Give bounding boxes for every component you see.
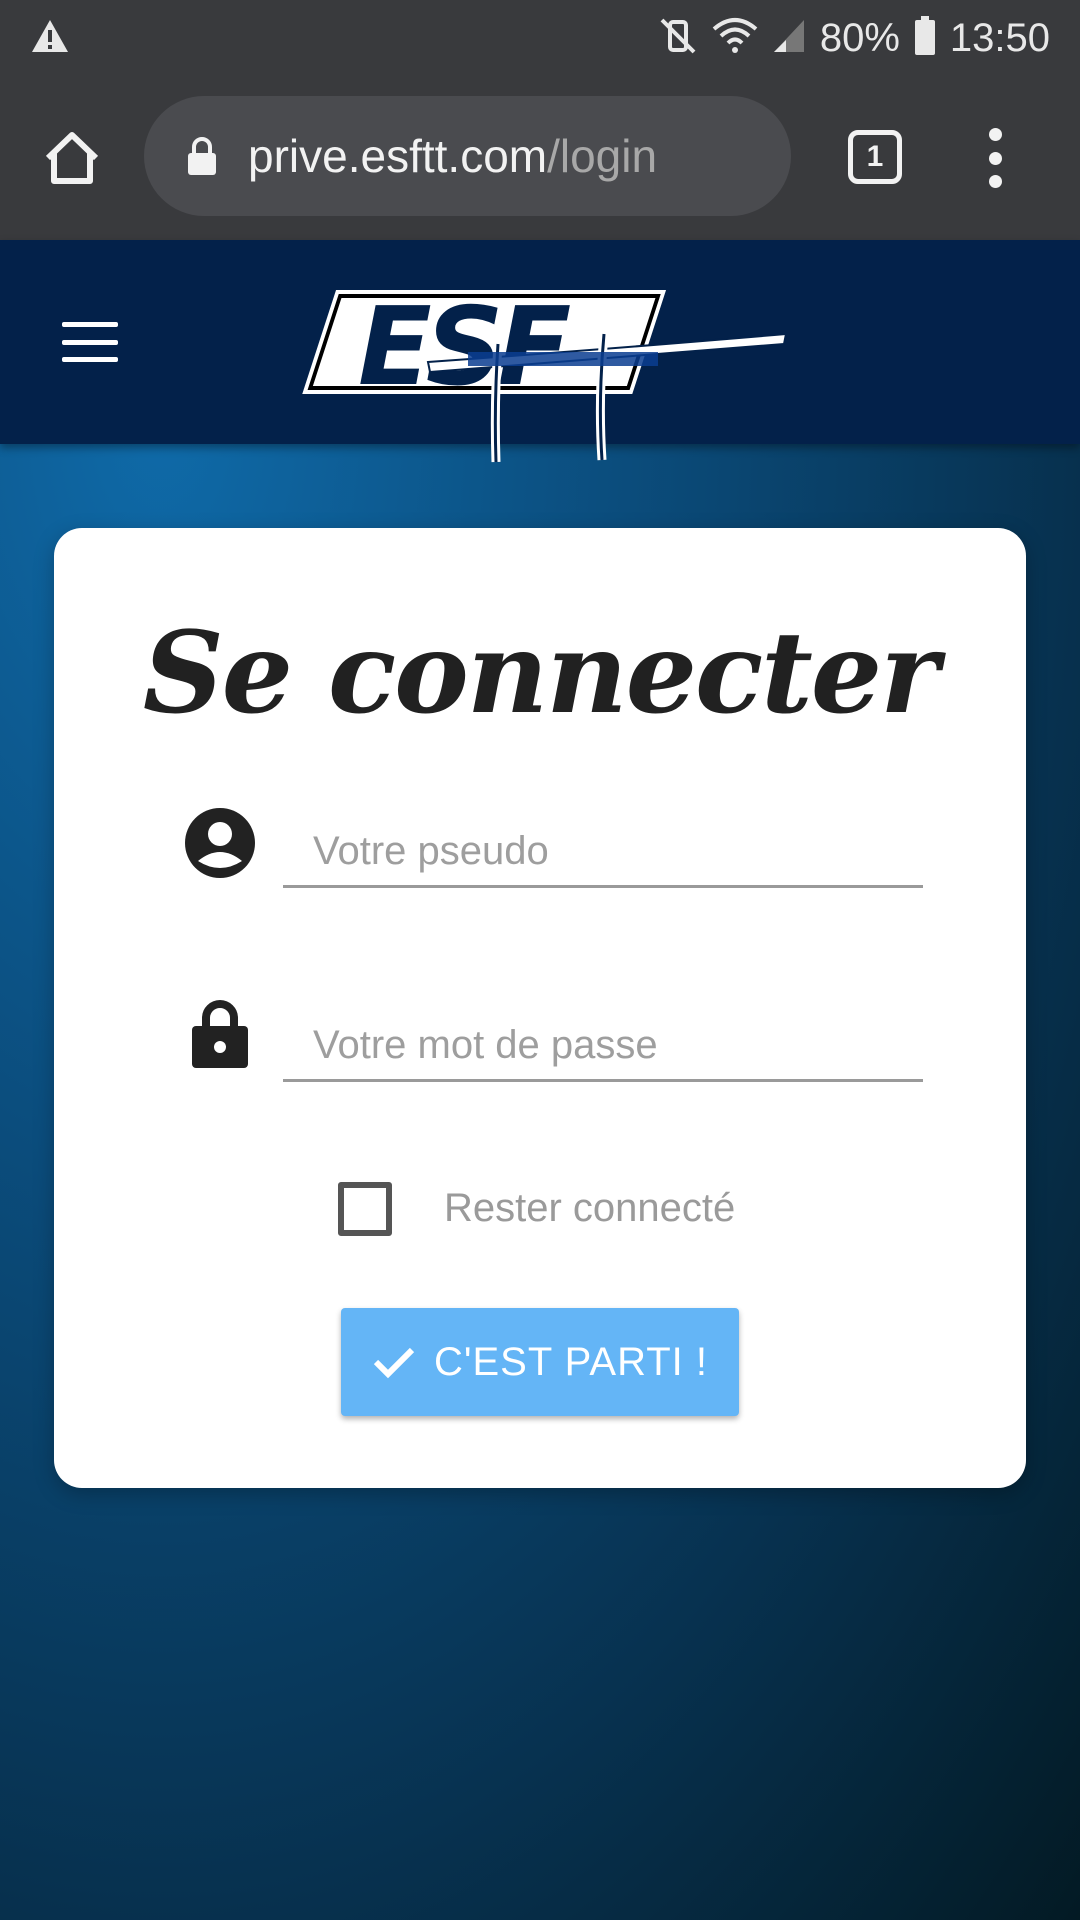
lock-icon [188, 137, 216, 175]
url-host: prive.esftt.com [248, 130, 548, 182]
wifi-icon [712, 17, 758, 60]
home-button[interactable] [38, 124, 106, 192]
submit-button[interactable]: C'EST PARTI ! [341, 1308, 739, 1416]
tab-switcher-button[interactable]: 1 [848, 130, 902, 184]
vibrate-mute-icon [658, 16, 698, 61]
password-input[interactable] [283, 1012, 923, 1082]
remember-me-label[interactable]: Rester connecté [444, 1186, 735, 1231]
battery-percent: 80% [819, 15, 900, 60]
check-icon [373, 1347, 415, 1379]
address-bar[interactable]: prive.esftt.com/login [144, 96, 791, 216]
esftt-logo[interactable]: ESF [298, 284, 788, 468]
clock: 13:50 [949, 15, 1050, 60]
more-options-button[interactable] [980, 128, 1010, 188]
hamburger-menu-icon[interactable] [62, 322, 118, 362]
warning-icon [30, 18, 70, 59]
status-bar: 80% 13:50 [0, 0, 1080, 76]
lock-icon [183, 996, 257, 1070]
browser-toolbar: prive.esftt.com/login 1 [0, 76, 1080, 240]
login-card: Se connecter Rester connecté C'EST PARTI… [54, 528, 1026, 1488]
svg-text:ESF: ESF [358, 285, 571, 410]
tab-count: 1 [866, 140, 884, 173]
more-vert-icon [988, 128, 1002, 141]
submit-label: C'EST PARTI ! [433, 1339, 709, 1384]
url-path: /login [547, 130, 658, 182]
site-header: ESF [0, 240, 1080, 463]
battery-icon [914, 15, 936, 61]
remember-me-checkbox[interactable] [338, 1182, 392, 1236]
account-circle-icon [183, 806, 257, 880]
username-input[interactable] [283, 818, 923, 888]
page-title: Se connecter [142, 608, 939, 739]
signal-icon [772, 18, 806, 59]
home-icon [45, 132, 99, 184]
url-text: prive.esftt.com/login [248, 129, 657, 183]
